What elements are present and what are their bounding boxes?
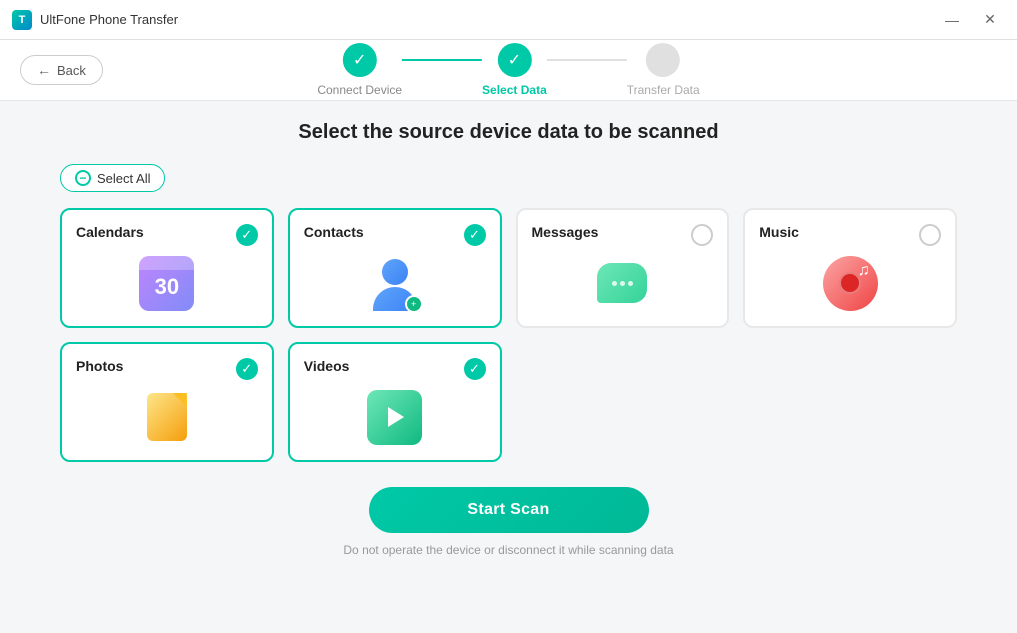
minimize-button[interactable]: — <box>937 8 967 32</box>
page-title: Select the source device data to be scan… <box>298 121 718 144</box>
content-body: Select the source device data to be scan… <box>0 101 1017 633</box>
select-all-button[interactable]: − Select All <box>60 164 165 192</box>
check-calendars: ✓ <box>236 224 258 246</box>
step-transfer-data-circle <box>646 43 680 77</box>
photos-icon <box>139 390 194 445</box>
title-bar-left: T UltFone Phone Transfer <box>12 10 178 30</box>
step-transfer-data: Transfer Data <box>627 43 700 97</box>
videos-icon <box>367 390 422 445</box>
data-card-music[interactable]: Music ♫ <box>743 208 957 328</box>
back-button[interactable]: ← Back <box>20 55 103 85</box>
contacts-icon: + <box>367 256 422 311</box>
card-title-calendars: Calendars <box>76 224 144 240</box>
app-title: UltFone Phone Transfer <box>40 12 178 27</box>
connector-1 <box>402 59 482 61</box>
select-all-icon: − <box>75 170 91 186</box>
title-bar: T UltFone Phone Transfer — ✕ <box>0 0 1017 40</box>
check-messages <box>691 224 713 246</box>
main-content: ← Back ✓ Connect Device ✓ Select Data Tr… <box>0 40 1017 633</box>
steps-progress: ✓ Connect Device ✓ Select Data Transfer … <box>317 43 699 97</box>
card-header-messages: Messages <box>532 224 714 246</box>
step-connect-device-label: Connect Device <box>317 83 402 97</box>
back-arrow-icon: ← <box>37 62 51 78</box>
data-card-contacts[interactable]: Contacts ✓ + <box>288 208 502 328</box>
check-photos: ✓ <box>236 358 258 380</box>
step-transfer-data-label: Transfer Data <box>627 83 700 97</box>
scan-note: Do not operate the device or disconnect … <box>343 543 673 557</box>
card-icon-messages <box>532 246 714 312</box>
check-videos: ✓ <box>464 358 486 380</box>
card-title-contacts: Contacts <box>304 224 364 240</box>
data-card-calendars[interactable]: Calendars ✓ 30 <box>60 208 274 328</box>
back-button-label: Back <box>57 63 86 78</box>
step-connect-device-circle: ✓ <box>343 43 377 77</box>
calendar-icon: 30 <box>139 256 194 311</box>
app-icon: T <box>12 10 32 30</box>
connector-2 <box>547 59 627 61</box>
start-scan-button[interactable]: Start Scan <box>369 487 649 533</box>
card-header-photos: Photos ✓ <box>76 358 258 380</box>
card-icon-music: ♫ <box>759 246 941 312</box>
title-bar-controls: — ✕ <box>937 8 1005 32</box>
step-connect-device: ✓ Connect Device <box>317 43 402 97</box>
step-select-data-label: Select Data <box>482 83 547 97</box>
select-all-label: Select All <box>97 171 150 186</box>
card-header-calendars: Calendars ✓ <box>76 224 258 246</box>
card-header-contacts: Contacts ✓ <box>304 224 486 246</box>
check-music <box>919 224 941 246</box>
close-button[interactable]: ✕ <box>975 8 1005 32</box>
step-select-data: ✓ Select Data <box>482 43 547 97</box>
card-title-messages: Messages <box>532 224 599 240</box>
data-card-videos[interactable]: Videos ✓ <box>288 342 502 462</box>
messages-icon <box>595 256 650 311</box>
check-contacts: ✓ <box>464 224 486 246</box>
card-title-videos: Videos <box>304 358 350 374</box>
data-card-photos[interactable]: Photos ✓ <box>60 342 274 462</box>
step-select-data-circle: ✓ <box>497 43 531 77</box>
card-title-music: Music <box>759 224 799 240</box>
card-icon-calendars: 30 <box>76 246 258 312</box>
data-grid: Calendars ✓ 30 Contacts ✓ <box>60 208 957 462</box>
card-icon-videos <box>304 380 486 446</box>
card-icon-photos <box>76 380 258 446</box>
card-header-music: Music <box>759 224 941 246</box>
bottom-area: Start Scan Do not operate the device or … <box>343 487 673 557</box>
card-title-photos: Photos <box>76 358 123 374</box>
card-icon-contacts: + <box>304 246 486 312</box>
data-card-messages[interactable]: Messages <box>516 208 730 328</box>
card-header-videos: Videos ✓ <box>304 358 486 380</box>
music-icon: ♫ <box>823 256 878 311</box>
header-area: ← Back ✓ Connect Device ✓ Select Data Tr… <box>0 40 1017 101</box>
